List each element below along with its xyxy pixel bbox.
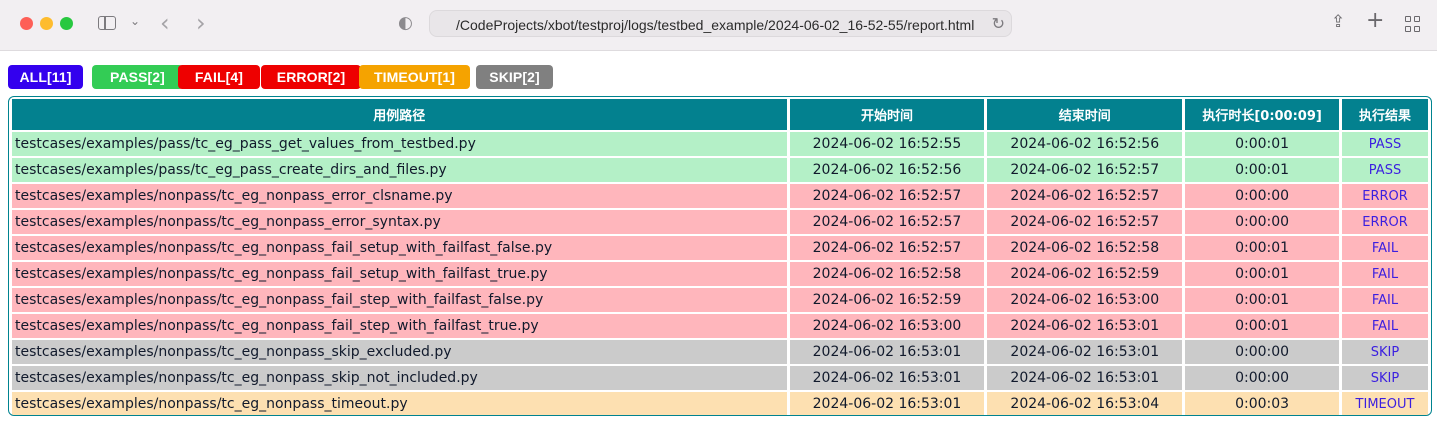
cell-start-time: 2024-06-02 16:52:56 <box>789 158 985 182</box>
reload-icon[interactable]: ↻ <box>992 14 1005 33</box>
cell-end-time: 2024-06-02 16:53:01 <box>987 314 1183 338</box>
share-icon[interactable]: ⇪ <box>1331 12 1345 32</box>
table-row: testcases/examples/nonpass/tc_eg_nonpass… <box>12 340 1428 364</box>
cell-end-time: 2024-06-02 16:53:00 <box>987 288 1183 312</box>
cell-end-time: 2024-06-02 16:52:58 <box>987 236 1183 260</box>
cell-end-time: 2024-06-02 16:52:57 <box>987 184 1183 208</box>
cell-start-time: 2024-06-02 16:52:57 <box>789 210 985 234</box>
cell-end-time: 2024-06-02 16:53:04 <box>987 392 1183 415</box>
zoom-window-button[interactable] <box>60 17 73 30</box>
table-body: testcases/examples/pass/tc_eg_pass_get_v… <box>12 132 1428 415</box>
cell-case-path: testcases/examples/nonpass/tc_eg_nonpass… <box>12 340 787 364</box>
sidebar-icon[interactable] <box>98 16 116 30</box>
minimize-window-button[interactable] <box>40 17 53 30</box>
cell-start-time: 2024-06-02 16:52:57 <box>789 236 985 260</box>
table-row: testcases/examples/pass/tc_eg_pass_get_v… <box>12 132 1428 156</box>
cell-start-time: 2024-06-02 16:53:00 <box>789 314 985 338</box>
cell-result: PASS <box>1342 158 1428 182</box>
cell-result: FAIL <box>1342 236 1428 260</box>
cell-case-path: testcases/examples/nonpass/tc_eg_nonpass… <box>12 314 787 338</box>
cell-case-path: testcases/examples/nonpass/tc_eg_nonpass… <box>12 184 787 208</box>
results-table-container: 用例路径 开始时间 结束时间 执行时长[0:00:09] 执行结果 testca… <box>8 96 1432 416</box>
cell-result: SKIP <box>1342 340 1428 364</box>
cell-start-time: 2024-06-02 16:53:01 <box>789 366 985 390</box>
cell-duration: 0:00:01 <box>1185 158 1340 182</box>
cell-start-time: 2024-06-02 16:52:57 <box>789 184 985 208</box>
address-bar[interactable]: /CodeProjects/xbot/testproj/logs/testbed… <box>429 10 1012 37</box>
cell-start-time: 2024-06-02 16:53:01 <box>789 392 985 415</box>
plus-icon[interactable]: + <box>1366 8 1384 33</box>
table-header-row: 用例路径 开始时间 结束时间 执行时长[0:00:09] 执行结果 <box>12 99 1428 130</box>
cell-case-path: testcases/examples/pass/tc_eg_pass_creat… <box>12 158 787 182</box>
filter-timeout-button[interactable]: TIMEOUT[1] <box>359 65 470 89</box>
cell-duration: 0:00:00 <box>1185 184 1340 208</box>
cell-result: ERROR <box>1342 184 1428 208</box>
cell-result: FAIL <box>1342 262 1428 286</box>
cell-case-path: testcases/examples/pass/tc_eg_pass_get_v… <box>12 132 787 156</box>
close-window-button[interactable] <box>20 17 33 30</box>
cell-start-time: 2024-06-02 16:53:01 <box>789 340 985 364</box>
back-icon[interactable]: ‹ <box>160 9 170 37</box>
filter-pass-button[interactable]: PASS[2] <box>92 65 183 89</box>
cell-duration: 0:00:00 <box>1185 210 1340 234</box>
shield-icon[interactable]: ◐ <box>398 13 413 33</box>
cell-end-time: 2024-06-02 16:52:59 <box>987 262 1183 286</box>
header-duration: 执行时长[0:00:09] <box>1185 99 1340 130</box>
chevron-down-icon[interactable]: ⌄ <box>130 14 140 28</box>
cell-case-path: testcases/examples/nonpass/tc_eg_nonpass… <box>12 262 787 286</box>
filter-skip-button[interactable]: SKIP[2] <box>476 65 553 89</box>
forward-icon[interactable]: › <box>196 9 206 37</box>
cell-end-time: 2024-06-02 16:52:56 <box>987 132 1183 156</box>
cell-case-path: testcases/examples/nonpass/tc_eg_nonpass… <box>12 236 787 260</box>
filter-error-button[interactable]: ERROR[2] <box>261 65 361 89</box>
table-row: testcases/examples/nonpass/tc_eg_nonpass… <box>12 366 1428 390</box>
cell-case-path: testcases/examples/nonpass/tc_eg_nonpass… <box>12 392 787 415</box>
browser-toolbar: ⌄ ‹ › ◐ /CodeProjects/xbot/testproj/logs… <box>0 0 1437 51</box>
cell-start-time: 2024-06-02 16:52:59 <box>789 288 985 312</box>
tabs-overview-icon[interactable] <box>1405 16 1421 32</box>
cell-duration: 0:00:03 <box>1185 392 1340 415</box>
table-row: testcases/examples/nonpass/tc_eg_nonpass… <box>12 210 1428 234</box>
header-case-path: 用例路径 <box>12 99 787 130</box>
cell-case-path: testcases/examples/nonpass/tc_eg_nonpass… <box>12 288 787 312</box>
table-row: testcases/examples/nonpass/tc_eg_nonpass… <box>12 288 1428 312</box>
url-text: /CodeProjects/xbot/testproj/logs/testbed… <box>456 17 975 33</box>
cell-duration: 0:00:01 <box>1185 288 1340 312</box>
filter-all-button[interactable]: ALL[11] <box>8 65 83 89</box>
cell-result: SKIP <box>1342 366 1428 390</box>
cell-duration: 0:00:00 <box>1185 340 1340 364</box>
header-result: 执行结果 <box>1342 99 1428 130</box>
cell-result: FAIL <box>1342 288 1428 312</box>
cell-duration: 0:00:01 <box>1185 314 1340 338</box>
header-end-time: 结束时间 <box>987 99 1183 130</box>
header-start-time: 开始时间 <box>789 99 985 130</box>
cell-result: PASS <box>1342 132 1428 156</box>
cell-end-time: 2024-06-02 16:52:57 <box>987 158 1183 182</box>
table-row: testcases/examples/nonpass/tc_eg_nonpass… <box>12 262 1428 286</box>
table-row: testcases/examples/nonpass/tc_eg_nonpass… <box>12 314 1428 338</box>
cell-result: TIMEOUT <box>1342 392 1428 415</box>
cell-duration: 0:00:01 <box>1185 236 1340 260</box>
cell-duration: 0:00:00 <box>1185 366 1340 390</box>
filter-fail-button[interactable]: FAIL[4] <box>178 65 260 89</box>
cell-result: ERROR <box>1342 210 1428 234</box>
cell-start-time: 2024-06-02 16:52:55 <box>789 132 985 156</box>
table-row: testcases/examples/pass/tc_eg_pass_creat… <box>12 158 1428 182</box>
cell-duration: 0:00:01 <box>1185 132 1340 156</box>
cell-case-path: testcases/examples/nonpass/tc_eg_nonpass… <box>12 210 787 234</box>
cell-end-time: 2024-06-02 16:52:57 <box>987 210 1183 234</box>
cell-result: FAIL <box>1342 314 1428 338</box>
cell-start-time: 2024-06-02 16:52:58 <box>789 262 985 286</box>
cell-case-path: testcases/examples/nonpass/tc_eg_nonpass… <box>12 366 787 390</box>
cell-duration: 0:00:01 <box>1185 262 1340 286</box>
cell-end-time: 2024-06-02 16:53:01 <box>987 340 1183 364</box>
results-table: 用例路径 开始时间 结束时间 执行时长[0:00:09] 执行结果 testca… <box>9 97 1431 415</box>
table-row: testcases/examples/nonpass/tc_eg_nonpass… <box>12 236 1428 260</box>
table-row: testcases/examples/nonpass/tc_eg_nonpass… <box>12 392 1428 415</box>
table-row: testcases/examples/nonpass/tc_eg_nonpass… <box>12 184 1428 208</box>
cell-end-time: 2024-06-02 16:53:01 <box>987 366 1183 390</box>
